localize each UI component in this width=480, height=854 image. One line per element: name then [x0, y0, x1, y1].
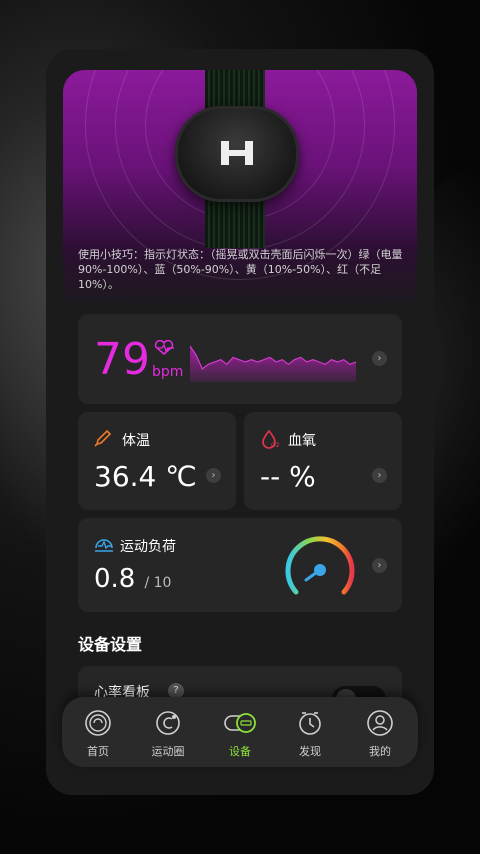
training-load-gauge — [285, 536, 355, 595]
nav-item-discover[interactable]: 发现 — [280, 709, 340, 759]
device-strap-bottom — [205, 196, 265, 248]
spo2-label: 血氧 — [288, 433, 316, 449]
temperature-label: 体温 — [122, 433, 150, 449]
heart-rate-trend-chart — [190, 345, 356, 382]
device-logo-icon — [221, 141, 253, 165]
profile-icon — [367, 710, 393, 736]
heart-rate-value: 79 — [94, 334, 150, 385]
heart-rate-trend-area — [190, 346, 356, 382]
temperature-value: 36.4 ℃ — [94, 460, 197, 493]
training-load-card[interactable]: 运动负荷 0.8 / 10 › — [78, 518, 402, 612]
training-load-icon — [95, 539, 113, 552]
nav-label-discover: 发现 — [299, 745, 321, 758]
nav-label-device: 设备 — [229, 745, 251, 758]
spo2-card[interactable]: O2 血氧 -- % › — [244, 412, 402, 510]
training-load-max: / 10 — [144, 575, 172, 591]
discover-icon — [299, 712, 321, 735]
heart-pulse-icon — [154, 340, 174, 355]
training-load-label: 运动负荷 — [120, 539, 176, 555]
nav-label-profile: 我的 — [369, 745, 391, 758]
svg-text:O2: O2 — [271, 442, 280, 449]
nav-label-sport-circle: 运动圈 — [151, 745, 185, 758]
training-load-value-group: 0.8 / 10 — [94, 564, 171, 594]
spo2-value: -- % — [260, 460, 316, 493]
home-icon — [85, 710, 111, 736]
nav-item-device[interactable]: 设备 — [210, 709, 270, 759]
chevron-right-icon[interactable]: › — [372, 351, 387, 366]
thermometer-icon — [94, 429, 112, 447]
phone-screen: 使用小技巧：指示灯状态：（摇晃或双击壳面后闪烁一次）绿（电量90%-100%）、… — [46, 49, 434, 795]
device-icon — [224, 713, 256, 733]
temperature-card[interactable]: 体温 36.4 ℃ › — [78, 412, 236, 510]
heart-rate-card[interactable]: 79 bpm › — [78, 314, 402, 404]
chevron-right-icon[interactable]: › — [372, 558, 387, 573]
device-image — [175, 106, 299, 202]
heart-rate-unit: bpm — [152, 364, 184, 380]
nav-item-sport-circle[interactable]: 运动圈 — [138, 709, 198, 759]
bottom-navigation: 首页 运动圈 设备 发现 我的 — [62, 697, 418, 767]
sport-circle-icon — [156, 711, 180, 735]
nav-item-profile[interactable]: 我的 — [350, 709, 410, 759]
nav-item-home[interactable]: 首页 — [68, 709, 128, 759]
chevron-right-icon[interactable]: › — [372, 468, 387, 483]
settings-section-title: 设备设置 — [78, 635, 143, 654]
chevron-right-icon[interactable]: › — [206, 468, 221, 483]
blood-drop-icon: O2 — [262, 429, 280, 449]
nav-label-home: 首页 — [87, 745, 109, 758]
training-load-value: 0.8 — [94, 564, 136, 594]
usage-tip: 使用小技巧：指示灯状态：（摇晃或双击壳面后闪烁一次）绿（电量90%-100%）、… — [78, 248, 403, 291]
